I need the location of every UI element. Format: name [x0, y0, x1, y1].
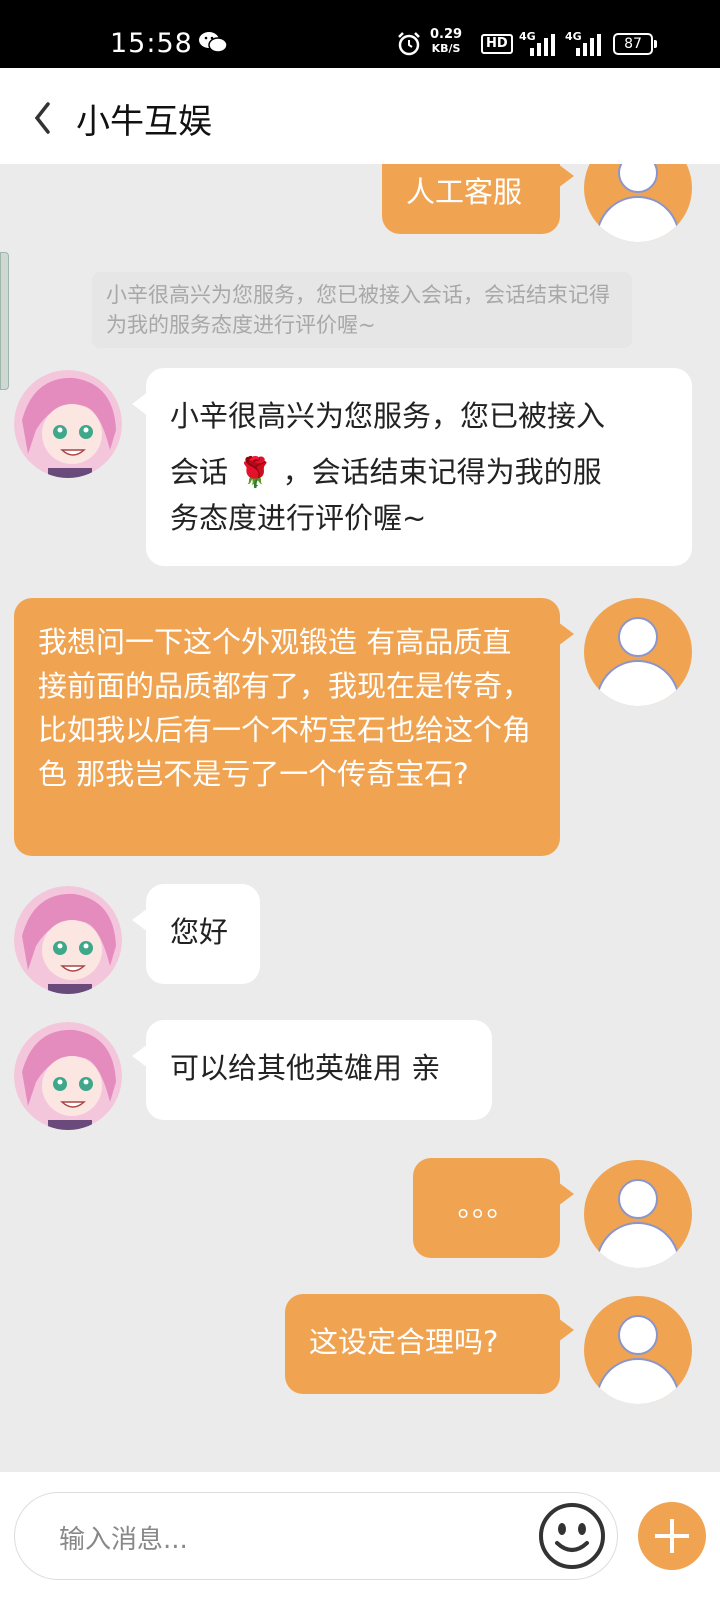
message-text: 人工客服 [406, 175, 523, 209]
user-message-bubble: 这设定合理吗? [285, 1294, 574, 1394]
chevron-left-icon[interactable] [28, 98, 58, 138]
user-avatar[interactable] [584, 164, 692, 242]
battery-indicator: 87 [613, 33, 657, 55]
message-text: 您好 [170, 915, 229, 949]
status-bar: 15:58 0.29 KB/S HD 4G 4G 87 [0, 0, 720, 68]
system-notice: 小辛很高兴为您服务，您已被接入会话，会话结束记得为我的服务态度进行评价喔~ [92, 272, 632, 348]
page-title: 小牛互娱 [76, 102, 212, 142]
hd-voice-badge: HD [481, 34, 513, 54]
agent-avatar[interactable] [14, 370, 122, 478]
agent-avatar[interactable] [14, 1022, 122, 1130]
rose-emoji-icon: 🌹 [237, 455, 274, 489]
message-text: 。。。 [457, 1189, 516, 1223]
user-message-bubble: 。。。 [413, 1158, 574, 1258]
anime-girl-avatar-icon [14, 886, 122, 994]
chat-messages[interactable]: 人工客服 小辛很高兴为您服务，您已被接入会话，会话结束记得为我的服务态度进行评价… [0, 164, 720, 1472]
smiley-icon[interactable] [537, 1501, 607, 1571]
network-type-2: 4G [565, 30, 582, 43]
anime-girl-avatar-icon [14, 370, 122, 478]
user-avatar[interactable] [584, 1296, 692, 1404]
message-input-placeholder: 输入消息... [59, 1525, 188, 1555]
network-type-1: 4G [519, 30, 536, 43]
user-avatar[interactable] [584, 598, 692, 706]
agent-avatar[interactable] [14, 886, 122, 994]
anime-girl-avatar-icon [14, 1022, 122, 1130]
network-speed-value: 0.29 [430, 27, 463, 42]
message-text: 我想问一下这个外观锻造 有高品质直接前面的品质都有了，我现在是传奇， 比如我以后… [38, 625, 532, 791]
message-text-line: 会话 🌹 ，会话结束记得为我的服 [170, 455, 602, 489]
message-text: 这设定合理吗? [309, 1325, 499, 1359]
plus-icon[interactable] [638, 1502, 706, 1570]
message-input[interactable]: 输入消息... [14, 1492, 618, 1580]
message-text: 可以给其他英雄用 亲 [170, 1051, 441, 1085]
status-time: 15:58 [110, 28, 193, 59]
agent-message-bubble: 可以给其他英雄用 亲 [132, 1020, 492, 1120]
network-speed: 0.29 KB/S [430, 28, 462, 56]
network-speed-unit: KB/S [431, 42, 461, 55]
agent-message-bubble: 小辛很高兴为您服务，您已被接入 会话 🌹 ，会话结束记得为我的服 务态度进行评价… [132, 368, 692, 566]
wechat-icon [199, 32, 228, 53]
user-avatar[interactable] [584, 1160, 692, 1268]
floating-side-tab[interactable] [0, 252, 9, 390]
user-message-bubble: 人工客服 [382, 164, 574, 234]
user-message-bubble: 我想问一下这个外观锻造 有高品质直接前面的品质都有了，我现在是传奇， 比如我以后… [14, 598, 574, 856]
message-text-line: 务态度进行评价喔~ [170, 501, 427, 535]
message-input-bar: 输入消息... [0, 1472, 720, 1600]
top-app-bar: 小牛互娱 [0, 68, 720, 164]
message-text-line: 小辛很高兴为您服务，您已被接入 [170, 399, 606, 433]
agent-message-bubble: 您好 [132, 884, 260, 984]
alarm-icon [398, 32, 420, 56]
